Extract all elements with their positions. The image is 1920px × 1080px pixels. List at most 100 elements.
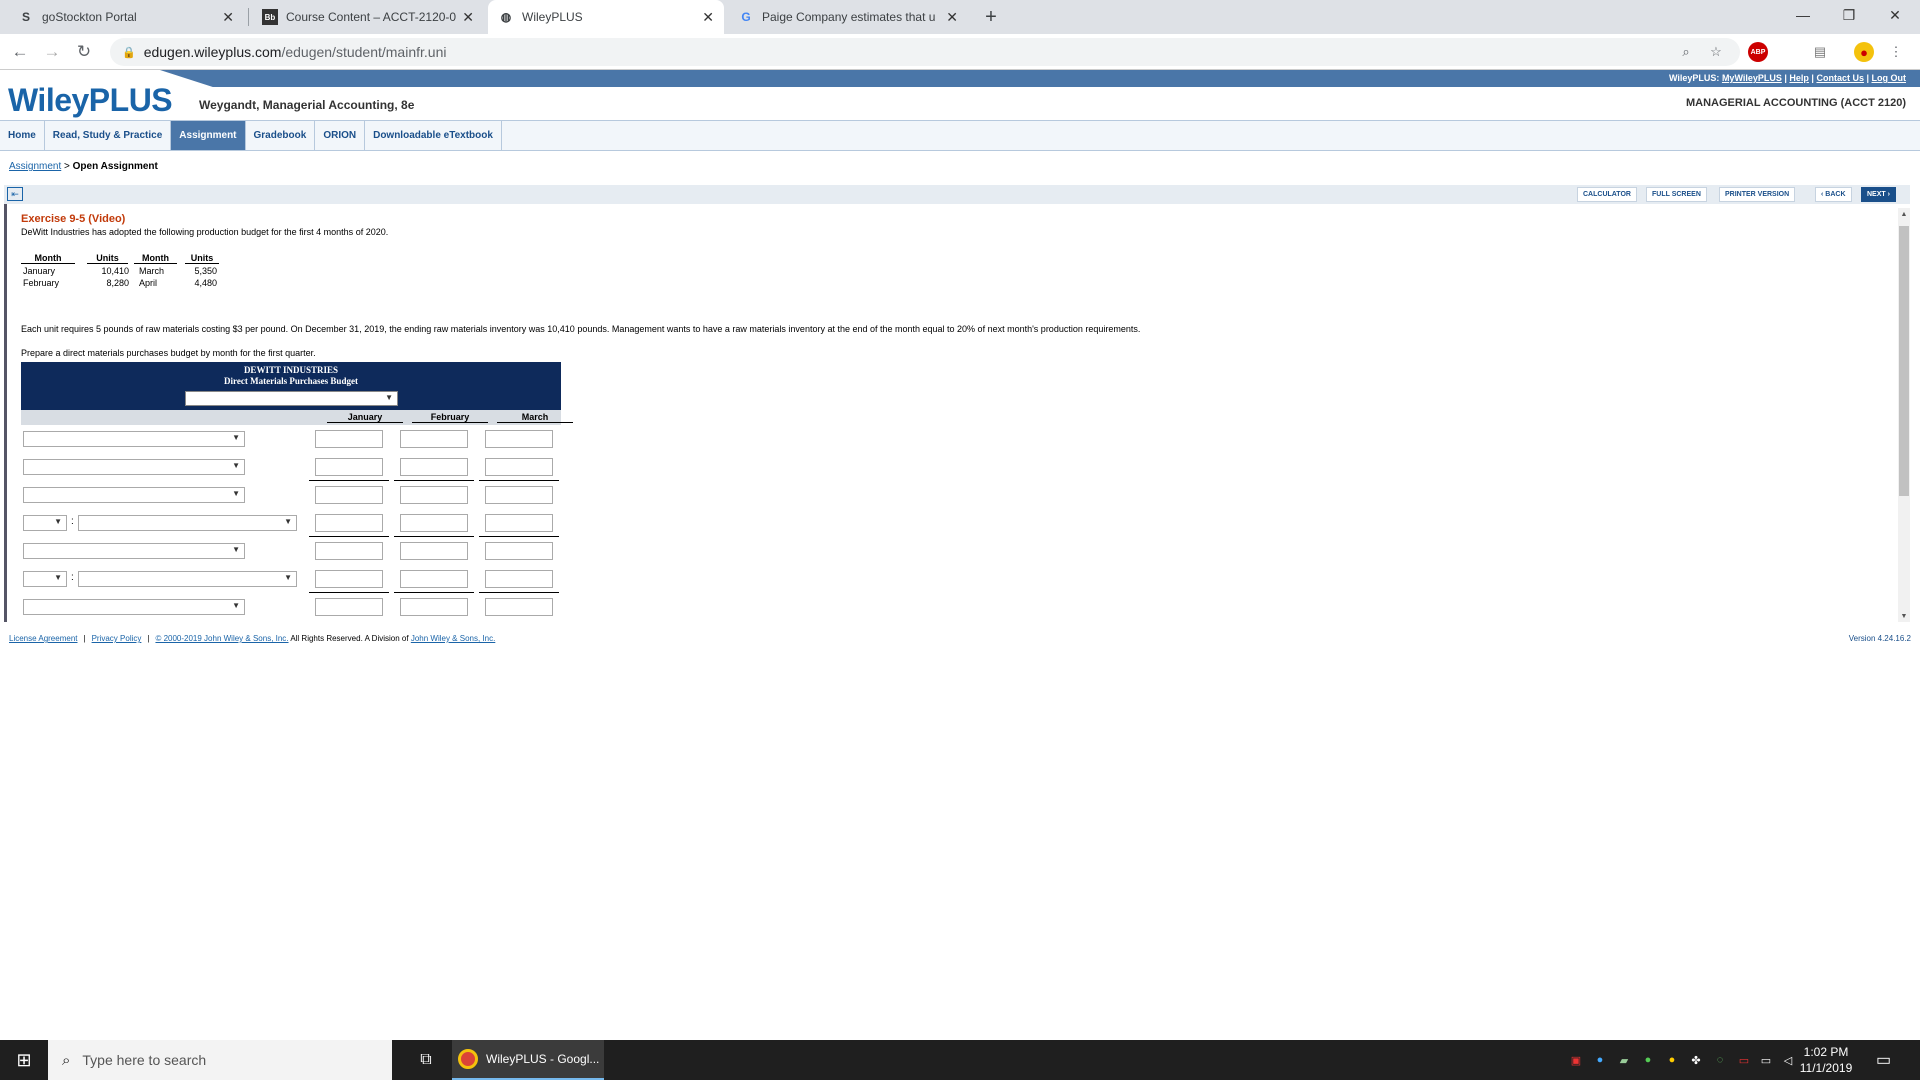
zoom-icon[interactable]: ⌕ — [1676, 42, 1696, 62]
input-february[interactable] — [400, 514, 468, 532]
input-january[interactable] — [315, 430, 383, 448]
input-february[interactable] — [400, 598, 468, 616]
tab-close-icon[interactable]: ✕ — [222, 9, 234, 26]
cell-units: 8,280 — [106, 278, 129, 288]
collapse-panel-icon[interactable]: ⇤ — [7, 187, 23, 201]
wileyplus-logo: WileyPLUS — [8, 82, 173, 118]
operator-dropdown[interactable]: ▼ — [23, 515, 67, 531]
input-march[interactable] — [485, 542, 553, 560]
operator-dropdown[interactable]: ▼ — [23, 571, 67, 587]
input-january[interactable] — [315, 598, 383, 616]
tab-gostockton[interactable]: S goStockton Portal ✕ — [8, 0, 244, 34]
breadcrumb-assignment-link[interactable]: Assignment — [9, 161, 61, 172]
volume-muted-icon[interactable]: ◁ — [1780, 1052, 1796, 1068]
privacy-policy-link[interactable]: Privacy Policy — [92, 634, 142, 643]
license-agreement-link[interactable]: License Agreement — [9, 634, 78, 643]
period-dropdown[interactable]: ▼ — [185, 391, 398, 406]
row-label-dropdown[interactable]: ▼ — [78, 571, 297, 587]
system-clock[interactable]: 1:02 PM 11/1/2019 — [1796, 1044, 1856, 1076]
nav-read-study-practice[interactable]: Read, Study & Practice — [45, 121, 172, 150]
network-icon[interactable]: ▭ — [1758, 1052, 1774, 1068]
colon-separator: : — [71, 516, 74, 527]
input-january[interactable] — [315, 458, 383, 476]
reload-icon[interactable]: ↻ — [72, 40, 96, 64]
row-label-dropdown[interactable]: ▼ — [23, 431, 245, 447]
input-february[interactable] — [400, 570, 468, 588]
tray-app-icon[interactable]: ● — [1664, 1052, 1680, 1068]
nav-assignment[interactable]: Assignment — [171, 121, 246, 150]
tray-app-icon[interactable]: ● — [1640, 1052, 1656, 1068]
tray-app-icon[interactable]: ◌ — [1712, 1052, 1728, 1068]
nav-etextbook[interactable]: Downloadable eTextbook — [365, 121, 502, 150]
contact-us-link[interactable]: Contact Us — [1816, 73, 1864, 83]
row-label-dropdown[interactable]: ▼ — [23, 459, 245, 475]
adblock-icon[interactable]: ABP — [1748, 42, 1768, 62]
tab-close-icon[interactable]: ✕ — [462, 9, 474, 26]
profile-avatar[interactable]: ● — [1854, 42, 1874, 62]
tray-app-icon[interactable]: ✤ — [1688, 1052, 1704, 1068]
extension-icon[interactable]: ▤ — [1810, 42, 1830, 62]
input-march[interactable] — [485, 514, 553, 532]
next-button[interactable]: NEXT › — [1861, 187, 1896, 202]
new-tab-button[interactable]: + — [978, 4, 1004, 30]
input-february[interactable] — [400, 486, 468, 504]
tab-close-icon[interactable]: ✕ — [702, 9, 714, 26]
taskbar-search[interactable]: ⌕ Type here to search — [48, 1040, 392, 1080]
tab-wileyplus[interactable]: ◍ WileyPLUS ✕ — [488, 0, 724, 34]
scroll-down-arrow-icon[interactable]: ▼ — [1898, 610, 1910, 622]
forward-arrow-icon[interactable]: → — [40, 40, 64, 64]
tray-app-icon[interactable]: ▰ — [1616, 1052, 1632, 1068]
input-february[interactable] — [400, 542, 468, 560]
row-label-dropdown[interactable]: ▼ — [23, 543, 245, 559]
content-scrollbar[interactable]: ▲ ▼ — [1898, 208, 1910, 622]
input-january[interactable] — [315, 486, 383, 504]
copyright-link[interactable]: © 2000-2019 John Wiley & Sons, Inc. — [155, 634, 288, 643]
help-link[interactable]: Help — [1789, 73, 1809, 83]
subtotal-underline — [479, 480, 559, 481]
taskbar-chrome-app[interactable]: WileyPLUS - Googl... — [452, 1040, 604, 1080]
back-button[interactable]: ‹ BACK — [1815, 187, 1852, 202]
scroll-up-arrow-icon[interactable]: ▲ — [1898, 208, 1910, 220]
tray-app-icon[interactable]: ▭ — [1736, 1052, 1752, 1068]
wiley-division-link[interactable]: John Wiley & Sons, Inc. — [411, 634, 495, 643]
address-bar[interactable]: 🔒 edugen.wileyplus.com/edugen/student/ma… — [110, 38, 1740, 66]
task-view-icon[interactable]: ⧉ — [402, 1040, 450, 1080]
notification-icon[interactable]: ▭ — [1876, 1050, 1891, 1070]
menu-kebab-icon[interactable]: ⋮ — [1886, 42, 1906, 62]
nav-gradebook[interactable]: Gradebook — [246, 121, 316, 150]
input-march[interactable] — [485, 458, 553, 476]
windows-start-icon[interactable]: ⊞ — [0, 1040, 48, 1080]
input-january[interactable] — [315, 570, 383, 588]
full-screen-button[interactable]: FULL SCREEN — [1646, 187, 1707, 202]
input-march[interactable] — [485, 430, 553, 448]
tab-close-icon[interactable]: ✕ — [946, 9, 958, 26]
nav-orion[interactable]: ORION — [315, 121, 366, 150]
bookmark-star-icon[interactable]: ☆ — [1706, 42, 1726, 62]
input-march[interactable] — [485, 570, 553, 588]
printer-version-button[interactable]: PRINTER VERSION — [1719, 187, 1796, 202]
minimize-button[interactable]: — — [1780, 0, 1826, 30]
mywileyplus-link[interactable]: MyWileyPLUS — [1722, 73, 1782, 83]
scrollbar-thumb[interactable] — [1899, 226, 1909, 496]
nav-home[interactable]: Home — [0, 121, 45, 150]
tab-google-search[interactable]: G Paige Company estimates that u ✕ — [728, 0, 968, 34]
row-label-dropdown[interactable]: ▼ — [23, 487, 245, 503]
row-label-dropdown[interactable]: ▼ — [78, 515, 297, 531]
calculator-button[interactable]: CALCULATOR — [1577, 187, 1637, 202]
input-march[interactable] — [485, 486, 553, 504]
close-window-button[interactable]: ✕ — [1872, 0, 1918, 30]
row-label-dropdown[interactable]: ▼ — [23, 599, 245, 615]
col-header-february: February — [412, 412, 488, 423]
input-january[interactable] — [315, 542, 383, 560]
back-arrow-icon[interactable]: ← — [8, 40, 32, 64]
log-out-link[interactable]: Log Out — [1872, 73, 1907, 83]
input-march[interactable] — [485, 598, 553, 616]
acrobat-tray-icon[interactable]: ▣ — [1568, 1052, 1584, 1068]
skype-tray-icon[interactable]: ● — [1592, 1052, 1608, 1068]
tab-blackboard[interactable]: Bb Course Content – ACCT-2120-00 ✕ — [252, 0, 484, 34]
dropdown-caret-icon: ▼ — [284, 573, 292, 582]
input-february[interactable] — [400, 430, 468, 448]
restore-button[interactable]: ❐ — [1826, 0, 1872, 30]
input-january[interactable] — [315, 514, 383, 532]
input-february[interactable] — [400, 458, 468, 476]
